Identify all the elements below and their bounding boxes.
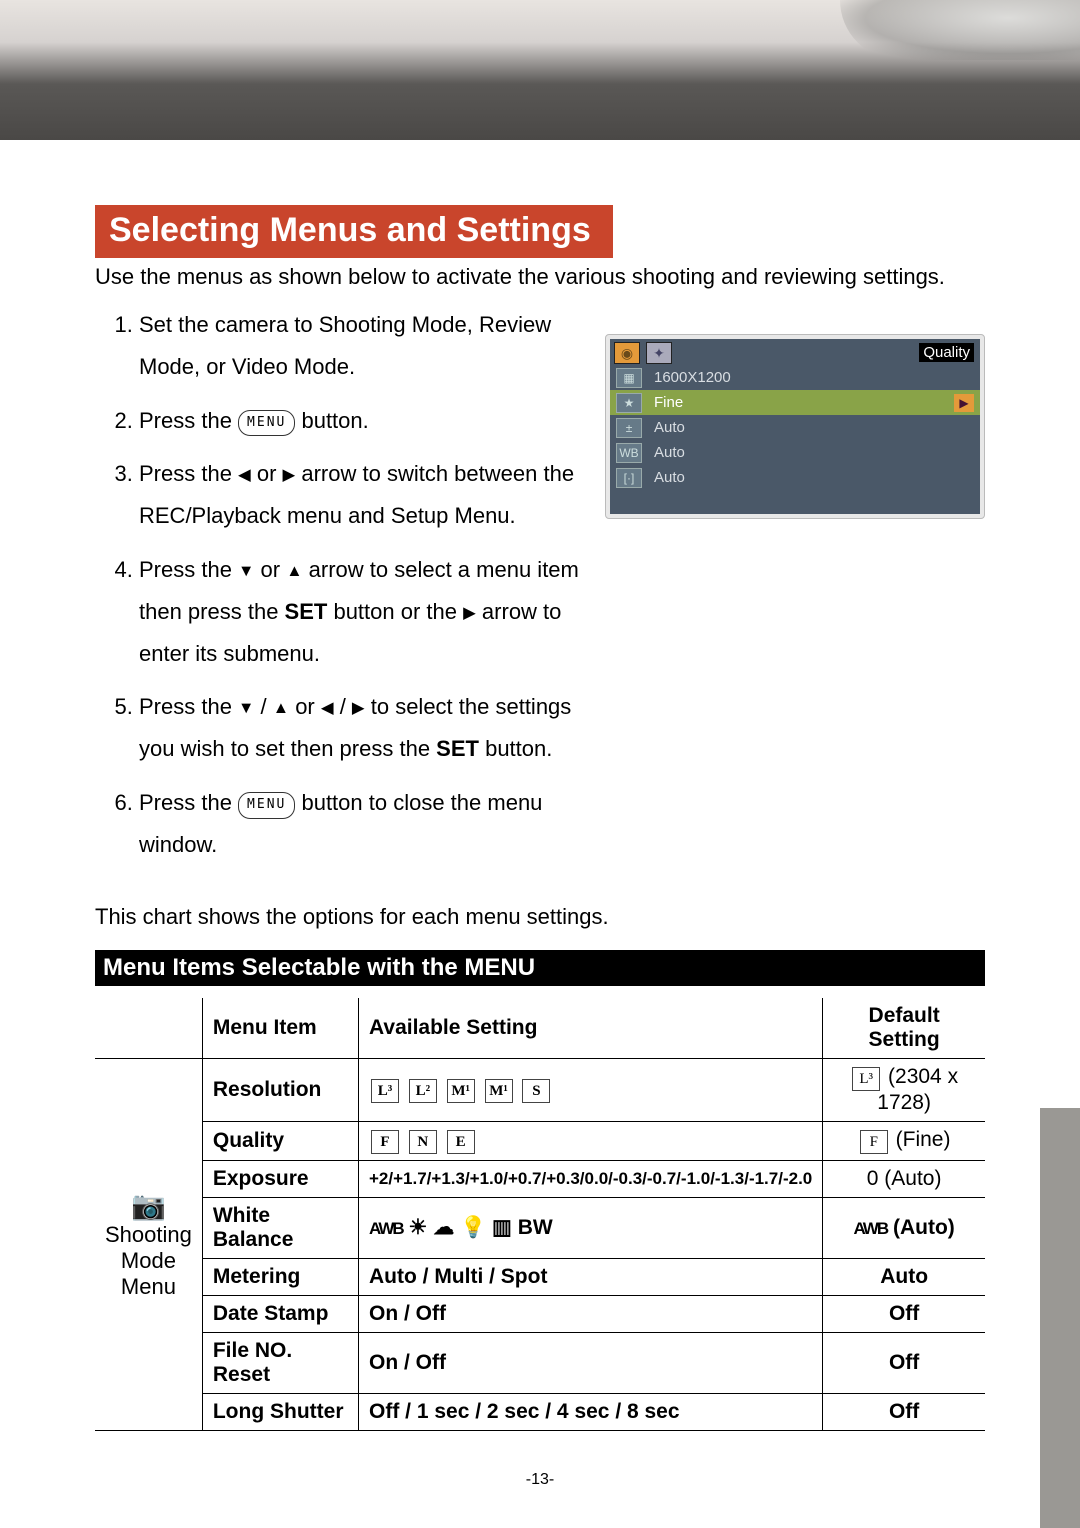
step-4: Press the ▼ or ▲ arrow to select a menu … <box>139 549 585 674</box>
wb-cloudy-icon: ☁ <box>433 1216 454 1239</box>
resolution-icon: L³ <box>371 1079 399 1103</box>
table-row: File NO. Reset On / Off Off <box>95 1332 985 1393</box>
menu-row-exposure: ± Auto <box>610 415 980 440</box>
resolution-icon: M¹ <box>447 1079 475 1103</box>
table-row: 📷 Shooting Mode Menu Resolution L³ L² M¹… <box>95 1058 985 1121</box>
header-decor <box>0 0 1080 140</box>
quality-e-icon: E <box>447 1130 475 1154</box>
table-section-header: Menu Items Selectable with the MENU <box>95 950 985 986</box>
quality-icon: ★ <box>616 393 642 413</box>
setup-tab-icon: ✦ <box>646 342 672 364</box>
right-gutter-decor <box>1040 1108 1080 1528</box>
quality-f-icon: F <box>371 1130 399 1154</box>
wb-auto-icon: AWB <box>369 1219 403 1238</box>
wb-auto-icon: AWB <box>853 1219 887 1238</box>
step-1: Set the camera to Shooting Mode, Review … <box>139 304 585 388</box>
table-row: White Balance AWB ☀ ☁ 💡 ▥ BW AWB (Auto) <box>95 1197 985 1258</box>
down-arrow-icon: ▼ <box>238 699 254 717</box>
menu-button-icon: MENU <box>238 792 295 819</box>
quality-badge: Quality <box>919 343 974 362</box>
table-row: Exposure +2/+1.7/+1.3/+1.0/+0.7/+0.3/0.0… <box>95 1160 985 1197</box>
wb-fluorescent-icon: ▥ <box>492 1216 512 1239</box>
white-balance-icon: WB <box>616 443 642 463</box>
chart-intro: This chart shows the options for each me… <box>95 904 985 930</box>
right-arrow-icon: ▶ <box>283 466 296 484</box>
menu-row-quality: ★ Fine ▶ <box>610 390 980 415</box>
step1-text: Set the camera to Shooting Mode, Review … <box>139 312 551 379</box>
page-content: Selecting Menus and Settings Use the men… <box>0 140 1080 1489</box>
col-header-available: Available Setting <box>359 998 823 1059</box>
camera-tab-icon: ◉ <box>614 342 640 364</box>
right-arrow-icon: ▶ <box>352 699 365 717</box>
wb-tungsten-icon: 💡 <box>460 1216 486 1239</box>
down-arrow-icon: ▼ <box>238 562 254 580</box>
menu-row-wb: WB Auto <box>610 440 980 465</box>
chevron-right-icon: ▶ <box>954 394 974 412</box>
set-label: SET <box>436 736 479 761</box>
wb-bw-icon: BW <box>518 1216 553 1239</box>
wb-daylight-icon: ☀ <box>409 1216 428 1239</box>
step-2: Press the MENU button. <box>139 400 585 442</box>
resolution-icon: ▦ <box>616 368 642 388</box>
resolution-icon: M¹ <box>485 1079 513 1103</box>
table-row: Quality F N E F (Fine) <box>95 1121 985 1160</box>
col-header-default: Default Setting <box>823 998 985 1059</box>
step-5: Press the ▼ / ▲ or ◀ / ▶ to select the s… <box>139 686 585 770</box>
resolution-icon: S <box>522 1079 550 1103</box>
resolution-icon: L² <box>409 1079 437 1103</box>
intro-text: Use the menus as shown below to activate… <box>95 264 985 290</box>
up-arrow-icon: ▲ <box>286 562 302 580</box>
resolution-icon: L³ <box>852 1067 880 1091</box>
col-header-item: Menu Item <box>202 998 358 1059</box>
left-arrow-icon: ◀ <box>238 466 251 484</box>
menu-button-icon: MENU <box>238 410 295 437</box>
category-cell: 📷 Shooting Mode Menu <box>95 1058 202 1430</box>
step-6: Press the MENU button to close the menu … <box>139 782 585 866</box>
right-arrow-icon: ▶ <box>463 604 476 622</box>
exposure-icon: ± <box>616 418 642 438</box>
section-title: Selecting Menus and Settings <box>95 205 613 258</box>
steps-list: Set the camera to Shooting Mode, Review … <box>95 304 585 866</box>
quality-n-icon: N <box>409 1130 437 1154</box>
table-row: Long Shutter Off / 1 sec / 2 sec / 4 sec… <box>95 1393 985 1430</box>
menu-row-metering: [·] Auto <box>610 465 980 490</box>
menu-row-resolution: ▦ 1600X1200 <box>610 365 980 390</box>
up-arrow-icon: ▲ <box>273 699 289 717</box>
camera-lcd-screenshot: ◉ ✦ Quality ▦ 1600X1200 ★ Fine ▶ ± Auto <box>605 334 985 519</box>
page-number: -13- <box>95 1471 985 1489</box>
menu-items-table: Menu Item Available Setting Default Sett… <box>95 998 985 1431</box>
quality-f-icon: F <box>860 1130 888 1154</box>
left-arrow-icon: ◀ <box>321 699 334 717</box>
table-row: Date Stamp On / Off Off <box>95 1295 985 1332</box>
step-3: Press the ◀ or ▶ arrow to switch between… <box>139 453 585 537</box>
camera-icon: 📷 <box>131 1190 166 1221</box>
set-label: SET <box>285 599 328 624</box>
table-row: Metering Auto / Multi / Spot Auto <box>95 1258 985 1295</box>
metering-icon: [·] <box>616 468 642 488</box>
